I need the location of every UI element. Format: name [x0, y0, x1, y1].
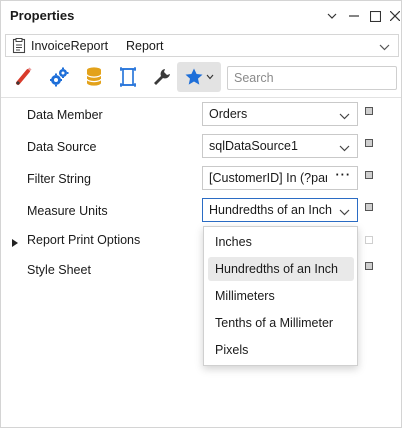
data-source-select[interactable]: sqlDataSource1 [202, 134, 358, 158]
property-marker[interactable] [365, 139, 373, 147]
toolbar-divider [1, 97, 401, 98]
data-member-value: Orders [209, 107, 248, 121]
property-label-filter-string: Filter String [27, 172, 91, 186]
filter-string-value: [CustomerID] In (?par... [209, 171, 327, 185]
page-icon[interactable] [113, 62, 143, 92]
favorites-filter-button[interactable] [177, 62, 221, 92]
object-name: InvoiceReport [31, 39, 109, 53]
property-marker[interactable] [365, 236, 373, 244]
data-member-select[interactable]: Orders [202, 102, 358, 126]
chevron-down-icon [379, 40, 390, 54]
property-marker[interactable] [365, 171, 373, 179]
measure-units-dropdown: Inches Hundredths of an Inch Millimeters… [203, 226, 358, 366]
object-selector[interactable]: InvoiceReport Report [5, 34, 399, 57]
gears-icon[interactable] [44, 62, 74, 92]
toolbar [1, 61, 401, 95]
minimize-icon[interactable] [343, 5, 365, 27]
menu-icon[interactable] [321, 5, 343, 27]
star-icon [184, 67, 214, 87]
property-marker[interactable] [365, 262, 373, 270]
dropdown-option[interactable]: Pixels [208, 338, 354, 362]
wrench-icon[interactable] [147, 62, 177, 92]
filter-string-field[interactable]: [CustomerID] In (?par... ··· [202, 166, 358, 190]
property-label-style-sheet: Style Sheet [27, 263, 91, 277]
dropdown-option[interactable]: Millimeters [208, 284, 354, 308]
property-label-data-member: Data Member [27, 108, 103, 122]
search-box[interactable] [227, 66, 397, 90]
data-source-value: sqlDataSource1 [209, 139, 298, 153]
property-label-report-print-options[interactable]: Report Print Options [27, 233, 140, 247]
report-document-icon [12, 38, 26, 57]
property-marker[interactable] [365, 203, 373, 211]
chevron-down-icon [339, 141, 350, 155]
maximize-icon[interactable] [364, 5, 386, 27]
property-label-measure-units: Measure Units [27, 204, 108, 218]
dropdown-option-selected[interactable]: Hundredths of an Inch [208, 257, 354, 281]
property-marker[interactable] [365, 107, 373, 115]
panel-title: Properties [10, 8, 75, 23]
expand-arrow-icon[interactable] [12, 236, 18, 250]
property-label-data-source: Data Source [27, 140, 97, 154]
measure-units-value: Hundredths of an Inch [209, 203, 332, 217]
dropdown-option[interactable]: Tenths of a Millimeter [208, 311, 354, 335]
search-input[interactable] [234, 70, 384, 86]
chevron-down-icon [339, 109, 350, 123]
properties-panel: Properties InvoiceReport Report Search D… [0, 0, 402, 428]
chevron-down-icon [339, 205, 350, 219]
measure-units-select[interactable]: Hundredths of an Inch [202, 198, 358, 222]
dropdown-option[interactable]: Inches [208, 230, 354, 254]
database-icon[interactable] [79, 62, 109, 92]
pencil-icon[interactable] [9, 62, 39, 92]
title-bar: Properties [1, 1, 401, 31]
close-icon[interactable] [384, 5, 402, 27]
ellipsis-icon[interactable]: ··· [336, 168, 352, 182]
object-type: Report [126, 39, 164, 53]
